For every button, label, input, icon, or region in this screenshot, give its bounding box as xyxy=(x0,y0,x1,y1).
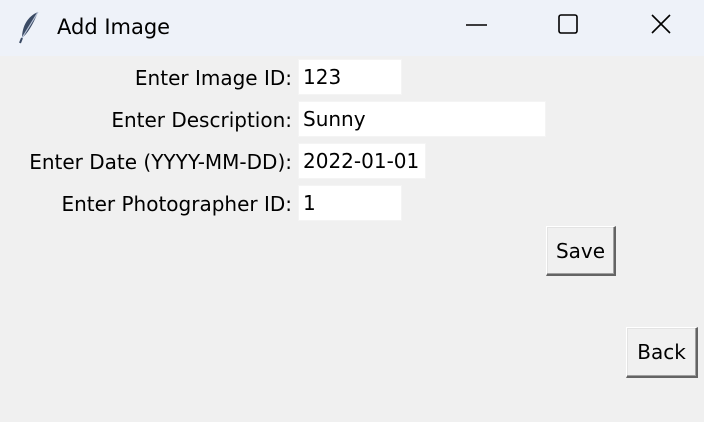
maximize-icon xyxy=(558,14,578,34)
image-id-field[interactable] xyxy=(298,59,402,95)
description-label: Enter Description: xyxy=(111,108,292,132)
date-field[interactable] xyxy=(298,143,426,179)
description-field[interactable] xyxy=(298,101,546,137)
save-button[interactable]: Save xyxy=(546,226,616,276)
back-button[interactable]: Back xyxy=(626,327,698,378)
photographer-id-field[interactable] xyxy=(298,185,402,221)
minimize-icon xyxy=(466,24,487,26)
window-title: Add Image xyxy=(57,15,171,39)
image-id-label: Enter Image ID: xyxy=(134,66,292,90)
date-label: Enter Date (YYYY-MM-DD): xyxy=(29,150,292,174)
close-icon xyxy=(651,14,671,34)
close-button[interactable] xyxy=(614,0,704,50)
photographer-id-label: Enter Photographer ID: xyxy=(61,192,292,216)
minimize-button[interactable] xyxy=(430,0,522,50)
feather-icon xyxy=(16,10,44,44)
title-bar: Add Image xyxy=(0,0,704,56)
maximize-button[interactable] xyxy=(522,0,614,50)
form-area: Enter Image ID: Enter Description: Enter… xyxy=(0,56,704,422)
